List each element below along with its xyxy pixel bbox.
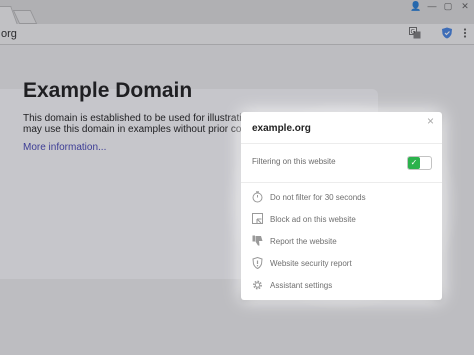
divider [241,182,442,183]
menu-item-label: Website security report [270,259,352,268]
minimize-button[interactable]: — [424,0,440,12]
shield-icon [252,257,263,269]
thumbs-down-icon [252,235,263,246]
browser-menu-icon[interactable] [458,27,472,41]
menu-item-assistant-settings[interactable]: Assistant settings [252,280,437,294]
window-controls: 👤 — ▢ ✕ [408,0,474,12]
translate-icon[interactable]: G [408,27,422,41]
more-information-link[interactable]: More information... [23,142,106,153]
svg-text:G: G [411,29,416,36]
filtering-toggle[interactable]: ✓ [407,156,432,170]
adblock-shield-icon[interactable] [440,27,454,41]
page-title: Example Domain [23,79,193,102]
tab-strip: 👤 — ▢ ✕ [0,0,474,25]
user-icon[interactable]: 👤 [408,0,424,12]
menu-item-label: Do not filter for 30 seconds [270,193,366,202]
menu-item-pause-filtering[interactable]: Do not filter for 30 seconds [252,191,437,206]
browser-toolbar: org G [0,24,474,45]
gear-icon [253,280,262,290]
menu-item-label: Assistant settings [270,281,333,290]
popup-domain: example.org [252,123,311,134]
menu-item-report-website[interactable]: Report the website [252,235,437,250]
block-ad-icon [252,213,263,224]
close-icon[interactable]: × [427,115,434,127]
menu-item-label: Report the website [270,237,337,246]
check-icon: ✓ [408,157,420,169]
filtering-row: Filtering on this website ✓ [252,156,432,170]
close-window-button[interactable]: ✕ [456,0,474,12]
timer-icon [252,191,263,203]
menu-item-block-ad[interactable]: Block ad on this website [252,213,437,228]
menu-item-security-report[interactable]: Website security report [252,257,437,272]
menu-item-label: Block ad on this website [270,215,356,224]
divider [241,143,442,144]
adblock-assistant-popup: × example.org Filtering on this website … [241,112,442,300]
filtering-label: Filtering on this website [252,157,336,166]
address-bar[interactable]: org [0,24,17,44]
maximize-button[interactable]: ▢ [440,0,456,12]
